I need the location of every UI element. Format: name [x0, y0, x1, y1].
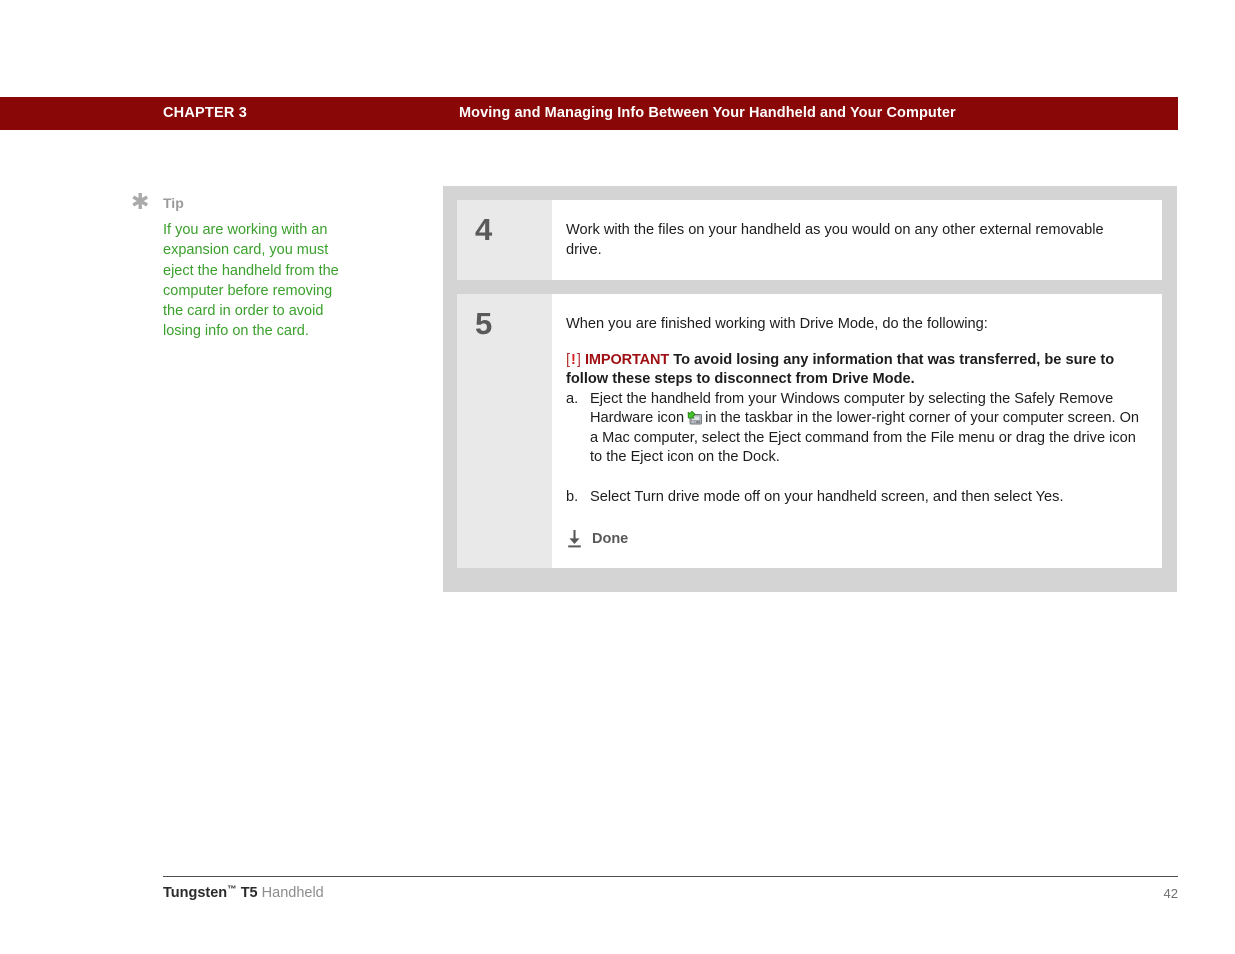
chapter-label: CHAPTER 3: [163, 105, 247, 121]
step-number: 4: [475, 212, 493, 247]
substep-item: b. Select Turn drive mode off on your ha…: [566, 488, 1140, 508]
step-intro-text: When you are finished working with Drive…: [566, 316, 988, 332]
tip-label: Tip: [163, 195, 184, 211]
footer-product: Tungsten™ T5 Handheld: [163, 884, 324, 901]
footer-model: T5: [236, 885, 258, 901]
step-number-cell: 4: [457, 200, 552, 280]
done-marker: Done: [566, 529, 1140, 548]
download-arrow-icon: [566, 529, 583, 548]
substep-text: Eject the handheld from your Windows com…: [590, 390, 1140, 468]
trademark-icon: ™: [227, 884, 237, 895]
substep-marker: a.: [566, 390, 579, 407]
footer-brand: Tungsten: [163, 885, 228, 901]
tip-header: ✱ Tip: [131, 190, 361, 215]
important-label: IMPORTANT: [584, 351, 670, 368]
steps-container: 4 Work with the files on your handheld a…: [443, 186, 1177, 592]
step-number-cell: 5: [457, 294, 552, 568]
important-exclamation-icon: !: [571, 351, 576, 368]
step-body: When you are finished working with Drive…: [552, 294, 1162, 568]
step-text: Work with the files on your handheld as …: [566, 222, 1104, 258]
step-row: 4 Work with the files on your handheld a…: [457, 200, 1162, 280]
substep-marker: b.: [566, 488, 579, 505]
important-callout: [!] IMPORTANT To avoid losing any inform…: [566, 351, 1140, 390]
tip-block: ✱ Tip If you are working with an expansi…: [131, 190, 361, 342]
substep-text: Select Turn drive mode off on your handh…: [590, 488, 1064, 505]
done-label: Done: [592, 530, 629, 547]
step-row: 5 When you are finished working with Dri…: [457, 294, 1162, 568]
asterisk-icon: ✱: [131, 190, 150, 215]
footer-divider: [163, 876, 1178, 877]
tip-text: If you are working with an expansion car…: [163, 222, 339, 340]
step-body: Work with the files on your handheld as …: [552, 200, 1162, 280]
page-title: Moving and Managing Info Between Your Ha…: [459, 105, 956, 121]
safely-remove-hardware-icon: [686, 410, 703, 425]
footer-product-type: Handheld: [257, 885, 324, 901]
important-bracket-close: ]: [576, 351, 581, 368]
page-number: 42: [1163, 886, 1178, 901]
step-number: 5: [475, 306, 493, 341]
substep-item: a. Eject the handheld from your Windows …: [566, 390, 1140, 468]
